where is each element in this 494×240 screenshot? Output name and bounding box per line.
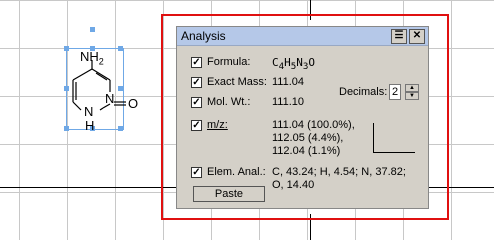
exact-mass-label: Exact Mass: bbox=[207, 76, 267, 88]
mz-line: 112.05 (4.4%), bbox=[272, 132, 344, 144]
formula-checkbox[interactable]: ✓ bbox=[191, 57, 202, 68]
menu-icon[interactable]: ☰ bbox=[391, 29, 407, 44]
mol-wt-checkbox[interactable]: ✓ bbox=[191, 97, 202, 108]
decimals-up-button[interactable]: ▲ bbox=[405, 84, 419, 92]
molecule-bonds bbox=[72, 60, 126, 111]
formula-value: C4H5N3O bbox=[272, 56, 316, 73]
title-bar[interactable]: Analysis ☰ ✕ bbox=[177, 27, 428, 46]
mz-line: 111.04 (100.0%), bbox=[272, 119, 355, 131]
paste-button[interactable]: Paste bbox=[193, 186, 265, 202]
mol-wt-label: Mol. Wt.: bbox=[207, 96, 251, 108]
exact-mass-checkbox[interactable]: ✓ bbox=[191, 77, 202, 88]
formula-label: Formula: bbox=[207, 56, 251, 68]
mz-label: m/z: bbox=[207, 119, 228, 131]
analysis-window[interactable]: Analysis ☰ ✕ ✓ Formula: C4H5N3O ✓ Exact … bbox=[176, 26, 429, 209]
mol-wt-value: 111.10 bbox=[272, 96, 305, 108]
elem-anal-line: O, 14.40 bbox=[272, 179, 315, 191]
mz-line: 112.04 (1.1%) bbox=[272, 145, 341, 157]
decimals-down-button[interactable]: ▼ bbox=[405, 92, 419, 100]
atom-n1: N bbox=[84, 104, 94, 119]
close-icon[interactable]: ✕ bbox=[409, 29, 425, 44]
atom-n3: N bbox=[105, 91, 115, 106]
decimals-label: Decimals: bbox=[339, 86, 388, 98]
elem-anal-label: Elem. Anal.: bbox=[207, 166, 266, 178]
elem-anal-checkbox[interactable]: ✓ bbox=[191, 167, 202, 178]
mass-spectrum-baseline bbox=[373, 152, 415, 153]
mz-checkbox[interactable]: ✓ bbox=[191, 120, 202, 131]
decimals-input[interactable]: 2 bbox=[389, 84, 401, 100]
atom-o: O bbox=[128, 96, 139, 111]
atom-nh2: NH2 bbox=[80, 49, 104, 67]
elem-anal-line: C, 43.24; H, 4.54; N, 37.82; bbox=[272, 166, 406, 178]
exact-mass-value: 111.04 bbox=[272, 76, 305, 88]
mass-spectrum-peak bbox=[373, 123, 374, 152]
atom-h: H bbox=[85, 118, 95, 133]
window-title: Analysis bbox=[181, 29, 226, 43]
